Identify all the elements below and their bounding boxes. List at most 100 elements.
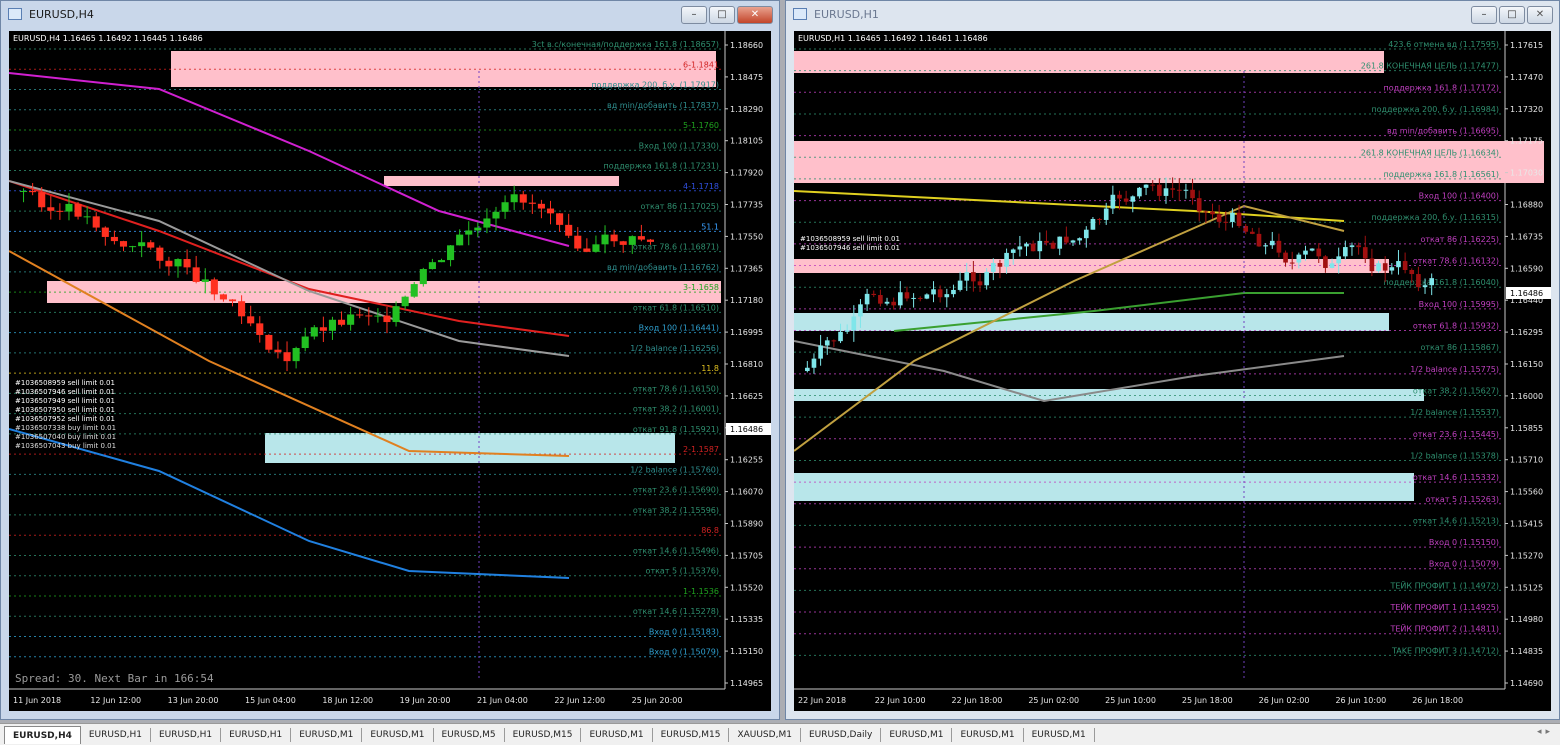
price-tick-label: 1.15705 (730, 551, 763, 560)
level-label: откат 86 (1.17025) (640, 202, 719, 211)
chart-tab[interactable]: EURUSD,H4 (4, 725, 81, 744)
candle-body (924, 294, 930, 299)
time-tick-label: 22 Jun 18:00 (952, 696, 1003, 705)
level-label: 3ct в.с/конечная/поддержка 161.8 (1.1865… (532, 40, 719, 49)
candle-body (1323, 256, 1328, 268)
chart-tab[interactable]: EURUSD,H1 (81, 727, 151, 742)
candle-body (1396, 261, 1401, 268)
level-label: 1/2 balance (1.15775) (1410, 365, 1499, 374)
chart-tab[interactable]: EURUSD,H1 (221, 727, 292, 742)
close-button[interactable]: ✕ (1527, 6, 1553, 24)
candle-body (831, 340, 837, 342)
chart-tab[interactable]: EURUSD,M1 (952, 727, 1024, 742)
price-tick-label: 1.15125 (1510, 583, 1543, 592)
level-label: 1-1.1536 (683, 587, 719, 596)
price-tick-label: 1.14965 (730, 679, 763, 688)
chart-window-icon (793, 8, 807, 20)
candle-body (1103, 208, 1109, 220)
price-tick-label: 1.15415 (1510, 520, 1543, 529)
candle-body (628, 236, 636, 245)
level-label: 86.8 (701, 526, 719, 535)
candle-body (1097, 218, 1102, 220)
candle-body (1223, 221, 1229, 223)
level-label: 1/2 balance (1.15537) (1410, 408, 1499, 417)
window-titlebar[interactable]: EURUSD,H4 – □ ✕ (1, 1, 779, 29)
candle-body (811, 358, 817, 368)
price-chart-h4[interactable]: 1.18660 1.18475 1.18290 1.18105 1.17920 1.177… (9, 31, 771, 711)
candle-body (183, 259, 191, 268)
time-tick-label: 18 Jun 12:00 (322, 696, 373, 705)
chart-window-eurusd-h4[interactable]: EURUSD,H4 – □ ✕ 1.18660 1.18475 1.18290 1.1… (0, 0, 780, 720)
candle-body (937, 289, 943, 298)
close-button[interactable]: ✕ (737, 6, 773, 24)
pending-order-label: #1036508959 sell limit 0.01 (15, 379, 115, 387)
chart-tab[interactable]: EURUSD,M15 (505, 727, 582, 742)
candle-body (1422, 285, 1428, 288)
candle-body (247, 316, 255, 324)
candle-body (210, 279, 218, 295)
level-label: 423.6 отмена вд (1.17595) (1388, 40, 1499, 49)
candle-body (492, 211, 500, 219)
candle-body (1210, 211, 1215, 215)
level-label: 11.8 (701, 364, 719, 373)
chart-tab[interactable]: EURUSD,H1 (151, 727, 222, 742)
candle-body (129, 246, 137, 248)
chart-tab[interactable]: EURUSD,M5 (434, 727, 505, 742)
candle-body (1110, 194, 1116, 209)
candle-body (1336, 256, 1342, 264)
chart-tab[interactable]: XAUUSD,M1 (729, 727, 801, 742)
candle-body (410, 284, 418, 297)
candle-body (1343, 247, 1348, 257)
price-tick-label: 1.14835 (1510, 647, 1543, 656)
maximize-button[interactable]: □ (709, 6, 735, 24)
level-label: 1/2 balance (1.15378) (1410, 451, 1499, 460)
candle-body (74, 203, 82, 217)
candle-body (119, 241, 128, 247)
window-title: EURUSD,H4 (29, 8, 94, 21)
level-label: 1/2 balance (1.16256) (630, 344, 719, 353)
candle-body (864, 293, 870, 305)
candle-body (1256, 233, 1262, 247)
candle-body (465, 230, 473, 235)
chart-tab[interactable]: EURUSD,M1 (581, 727, 653, 742)
chart-tab[interactable]: EURUSD,Daily (801, 727, 882, 742)
price-tick-label: 1.17320 (1510, 105, 1543, 114)
chart-tab[interactable]: EURUSD,M1 (362, 727, 434, 742)
level-label: откат 78.6 (1.16871) (633, 243, 719, 252)
tab-scroll-arrows-icon[interactable]: ◂▸ (1537, 727, 1554, 737)
candle-body (428, 262, 436, 270)
chart-window-icon (8, 8, 22, 20)
candle-body (951, 289, 956, 295)
window-titlebar[interactable]: EURUSD,H1 – □ ✕ (786, 1, 1559, 29)
candle-body (1030, 243, 1036, 252)
price-zone (794, 313, 1389, 331)
candle-body (1216, 214, 1222, 222)
price-tick-label: 1.15335 (730, 615, 763, 624)
candle-body (447, 245, 455, 261)
candle-body (957, 280, 963, 290)
maximize-button[interactable]: □ (1499, 6, 1525, 24)
chart-tab[interactable]: EURUSD,M15 (653, 727, 730, 742)
candle-body (392, 306, 400, 323)
chart-tab[interactable]: EURUSD,M1 (1024, 727, 1095, 742)
level-label: Вход 0 (1.15079) (1429, 560, 1499, 569)
price-chart-h1[interactable]: 1.17615 1.17470 1.17320 1.17175 1.17030 1.168… (794, 31, 1551, 711)
price-tick-label: 1.15150 (730, 647, 763, 656)
minimize-button[interactable]: – (1471, 6, 1497, 24)
chart-window-eurusd-h1[interactable]: EURUSD,H1 – □ ✕ 1.17615 1.17470 1.17320 1.1… (785, 0, 1560, 720)
time-tick-label: 15 Jun 04:00 (245, 696, 296, 705)
time-tick-label: 22 Jun 2018 (798, 696, 846, 705)
chart-tab[interactable]: EURUSD,M1 (291, 727, 363, 742)
level-label: Вход 100 (1.16400) (1419, 192, 1499, 201)
candle-body (47, 207, 55, 211)
minimize-button[interactable]: – (681, 6, 707, 24)
price-tick-label: 1.17365 (730, 264, 763, 273)
candle-body (256, 323, 264, 335)
price-tick-label: 1.16150 (1510, 360, 1543, 369)
chart-tab[interactable]: EURUSD,M1 (881, 727, 953, 742)
price-tick-label: 1.15855 (1510, 424, 1543, 433)
level-label: 3-1.1658 (683, 283, 719, 292)
candle-body (528, 202, 536, 204)
candle-body (1250, 231, 1255, 234)
level-label: ТЕЙК ПРОФИТ 1 (1.14925) (1389, 601, 1499, 612)
